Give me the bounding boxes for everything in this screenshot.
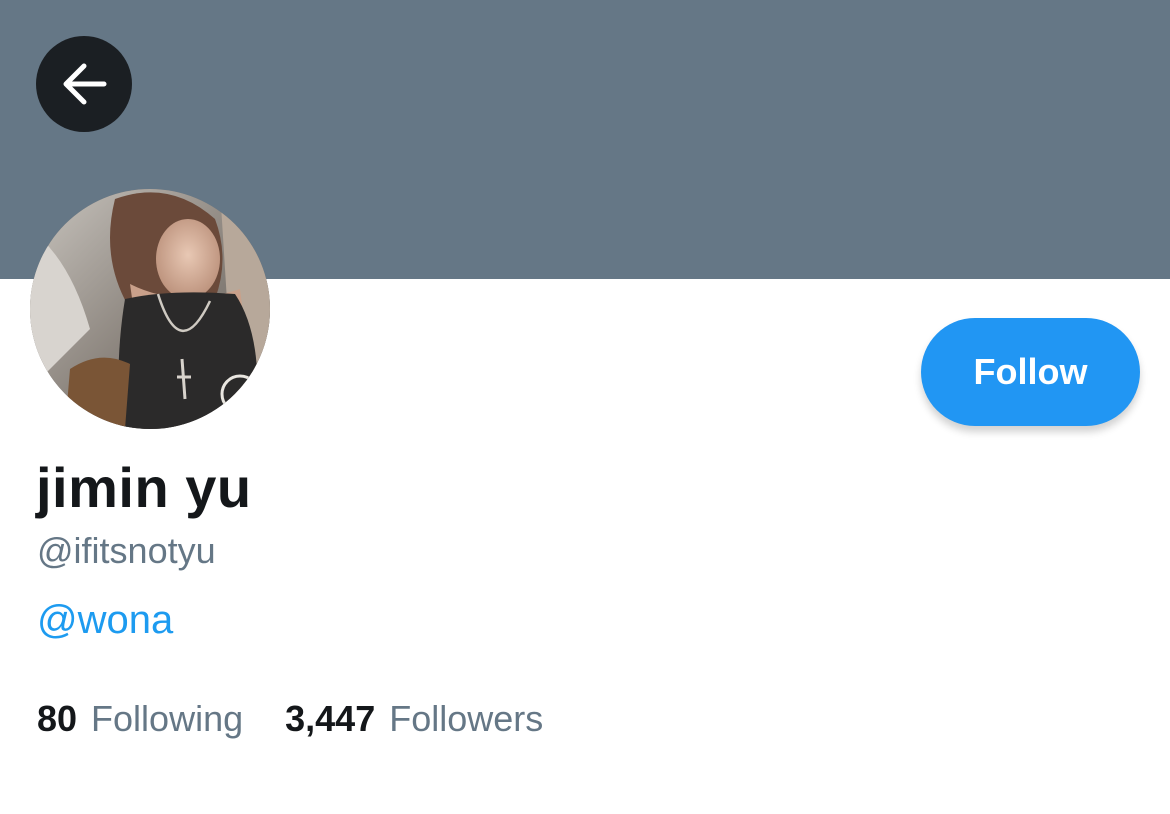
- follow-button[interactable]: Follow: [921, 318, 1140, 426]
- bio-mention-link[interactable]: @wona: [37, 598, 173, 643]
- followers-stat[interactable]: 3,447 Followers: [285, 698, 543, 740]
- avatar[interactable]: [30, 189, 270, 429]
- following-count: 80: [37, 698, 78, 739]
- user-handle: @ifitsnotyu: [37, 530, 216, 571]
- arrow-left-icon: [63, 63, 107, 105]
- followers-count: 3,447: [285, 698, 376, 739]
- followers-label: Followers: [389, 698, 544, 739]
- profile-page: Follow jimin yu @ifitsnotyu @wona 80 Fol…: [0, 0, 1170, 814]
- following-label: Following: [91, 698, 244, 739]
- profile-stats: 80 Following 3,447 Followers: [37, 698, 543, 740]
- profile-photo: [30, 189, 270, 429]
- display-name: jimin yu: [36, 456, 252, 519]
- back-button[interactable]: [36, 36, 132, 132]
- following-stat[interactable]: 80 Following: [37, 698, 243, 740]
